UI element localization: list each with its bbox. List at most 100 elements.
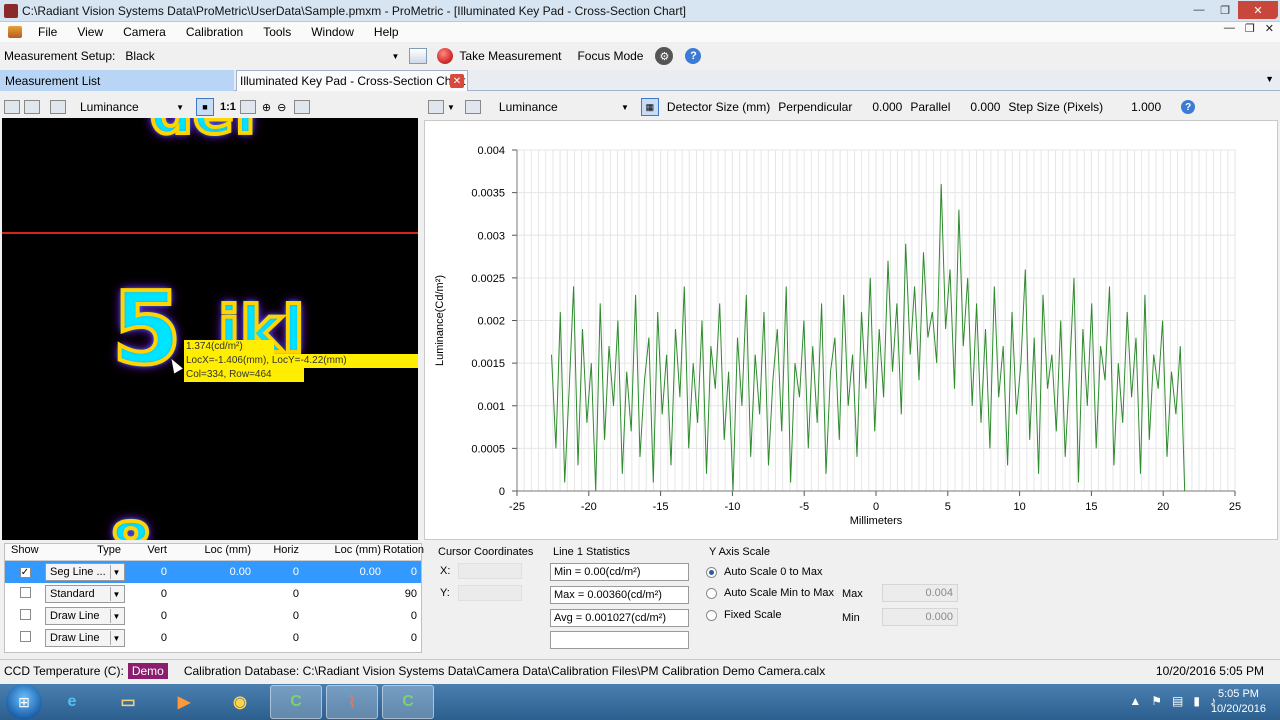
take-measurement-button[interactable]: Take Measurement <box>437 48 561 64</box>
step-size-value[interactable]: 1.000 <box>1131 100 1161 114</box>
radio-fixed-button[interactable] <box>706 609 717 621</box>
focus-mode-button[interactable]: Focus Mode <box>577 49 643 63</box>
tab-cross-section-chart[interactable]: Illuminated Key Pad - Cross-Section Char… <box>236 70 468 91</box>
y-max-field[interactable]: 0.004 <box>882 584 958 602</box>
radio-auto-zero-button[interactable] <box>706 566 717 578</box>
cursor-tool-icon[interactable] <box>50 100 66 114</box>
cursor-y-label: Y: <box>440 587 450 599</box>
horiz-value[interactable]: 0 <box>253 566 301 578</box>
battery-icon[interactable]: ▮ <box>1193 694 1200 708</box>
y-min-field[interactable]: 0.000 <box>882 608 958 626</box>
show-checkbox[interactable] <box>19 587 31 598</box>
start-button-windows-icon[interactable]: ⊞ <box>6 684 42 720</box>
chart-help-icon[interactable]: ? <box>1181 100 1196 114</box>
chart-x-tick-label: 10 <box>1013 501 1025 513</box>
menu-window[interactable]: Window <box>301 25 364 39</box>
taskbar: ⊞ e ▭ ▶ ◉ C ⌇ C ▲ ⚑ ▤ ▮ ♪ 5:05 PM 10/20/… <box>0 684 1280 720</box>
luminance-image[interactable]: def 5 jkl 8 1.374(cd/m²) LocX=-1.406(mm)… <box>2 118 418 540</box>
mdi-close-icon[interactable]: ✕ <box>1265 22 1274 35</box>
false-color-icon[interactable]: ■ <box>196 98 214 116</box>
menu-tools[interactable]: Tools <box>253 25 301 39</box>
flag-icon[interactable]: ⚑ <box>1151 694 1162 708</box>
rotation-value[interactable]: 0 <box>383 566 421 578</box>
line-stats-min: Min = 0.00(cd/m²) <box>550 563 689 581</box>
tab-list-chevron-icon[interactable]: ▼ <box>1265 74 1274 84</box>
vert-value[interactable]: 0 <box>127 632 169 644</box>
show-checkbox[interactable] <box>19 631 31 642</box>
horiz-value[interactable]: 0 <box>253 632 301 644</box>
vert-value[interactable]: 0 <box>127 588 169 600</box>
table-row[interactable]: ✓ Seg Line ... ▼ 0 0.00 0 0.00 0 <box>5 561 421 583</box>
pan-icon[interactable] <box>294 100 311 114</box>
horiz-value[interactable]: 0 <box>253 588 301 600</box>
chrome-icon[interactable]: ◉ <box>214 685 266 719</box>
menu-camera[interactable]: Camera <box>113 25 176 39</box>
settings-gear-icon[interactable]: ⚙ <box>655 47 674 65</box>
media-player-icon[interactable]: ▶ <box>158 685 210 719</box>
rotation-value[interactable]: 0 <box>383 632 421 644</box>
radio-auto-minmax-button[interactable] <box>706 587 717 599</box>
fit-to-window-icon[interactable] <box>239 100 256 114</box>
camtasia-recorder-icon[interactable]: C <box>382 685 434 719</box>
taskbar-clock[interactable]: 5:05 PM 10/20/2016 <box>1211 687 1266 717</box>
table-row[interactable]: Draw Line ▼ 0 0 0 <box>5 627 421 649</box>
internet-explorer-icon[interactable]: e <box>46 685 98 719</box>
vert-value[interactable]: 0 <box>127 566 169 578</box>
line-type-select[interactable]: Standard ▼ <box>45 585 125 603</box>
show-checkbox[interactable] <box>19 609 31 620</box>
tray-expand-icon[interactable]: ▲ <box>1129 694 1141 708</box>
table-row[interactable]: Standard ▼ 0 0 90 <box>5 583 421 605</box>
network-icon[interactable]: ▤ <box>1172 694 1183 708</box>
image-luminance-select[interactable]: Luminance ▼ <box>76 98 188 116</box>
horiz-value[interactable]: 0 <box>253 610 301 622</box>
line-type-select[interactable]: Draw Line ▼ <box>45 607 125 625</box>
chart-grid-icon[interactable]: ▦ <box>640 98 659 116</box>
loc-horiz-value[interactable]: 0.00 <box>301 566 383 578</box>
perpendicular-value[interactable]: 0.000 <box>872 100 902 114</box>
zoom-in-icon[interactable]: ⊕ <box>262 101 271 114</box>
setup-grid-icon[interactable] <box>409 48 428 64</box>
image-luminance-value: Luminance <box>80 100 139 114</box>
rotation-value[interactable]: 0 <box>383 610 421 622</box>
show-checkbox[interactable]: ✓ <box>19 567 31 578</box>
radio-auto-minmax[interactable]: Auto Scale Min to Max <box>706 587 834 599</box>
restore-button[interactable]: ❐ <box>1212 1 1238 19</box>
prometric-icon[interactable]: ⌇ <box>326 685 378 719</box>
minimize-button[interactable]: — <box>1186 1 1212 19</box>
line-type-select[interactable]: Draw Line ▼ <box>45 629 125 647</box>
mdi-minimize-icon[interactable]: — <box>1224 22 1235 35</box>
rotation-value[interactable]: 90 <box>383 588 421 600</box>
menu-calibration[interactable]: Calibration <box>176 25 253 39</box>
tab-measurement-list[interactable]: Measurement List <box>0 70 234 91</box>
close-button[interactable]: ✕ <box>1238 1 1278 19</box>
menu-view[interactable]: View <box>67 25 113 39</box>
copy-icon[interactable] <box>24 100 40 114</box>
radio-auto-zero[interactable]: Auto Scale 0 to Max <box>706 566 822 578</box>
menu-help[interactable]: Help <box>364 25 409 39</box>
parallel-value[interactable]: 0.000 <box>970 100 1000 114</box>
help-icon[interactable]: ? <box>685 48 702 64</box>
tab-close-icon[interactable]: ✕ <box>450 74 464 88</box>
loc-vert-value[interactable]: 0.00 <box>169 566 253 578</box>
zoom-1-to-1-button[interactable]: 1:1 <box>220 101 236 113</box>
window-controls: — ❐ ✕ <box>1186 1 1278 19</box>
app-menu-icon[interactable] <box>8 26 22 38</box>
measurement-setup-select[interactable]: Black ▼ <box>121 46 403 66</box>
chevron-down-icon[interactable]: ▼ <box>447 103 455 112</box>
file-explorer-icon[interactable]: ▭ <box>102 685 154 719</box>
cross-section-line[interactable] <box>2 232 418 234</box>
mdi-restore-icon[interactable]: ❐ <box>1245 22 1255 35</box>
print-icon[interactable] <box>4 100 20 114</box>
vert-value[interactable]: 0 <box>127 610 169 622</box>
window-title: C:\Radiant Vision Systems Data\ProMetric… <box>22 3 686 18</box>
camtasia-icon[interactable]: C <box>270 685 322 719</box>
chart-cursor-icon[interactable] <box>464 100 481 114</box>
chart-export-icon[interactable] <box>428 100 444 114</box>
radio-fixed[interactable]: Fixed Scale <box>706 609 781 621</box>
line-type-select[interactable]: Seg Line ... ▼ <box>45 563 125 581</box>
zoom-out-icon[interactable]: ⊖ <box>277 101 286 114</box>
table-row[interactable]: Draw Line ▼ 0 0 0 <box>5 605 421 627</box>
menu-file[interactable]: File <box>28 25 67 39</box>
chart-luminance-select[interactable]: Luminance ▼ <box>495 98 633 116</box>
title-bar: C:\Radiant Vision Systems Data\ProMetric… <box>0 0 1280 22</box>
